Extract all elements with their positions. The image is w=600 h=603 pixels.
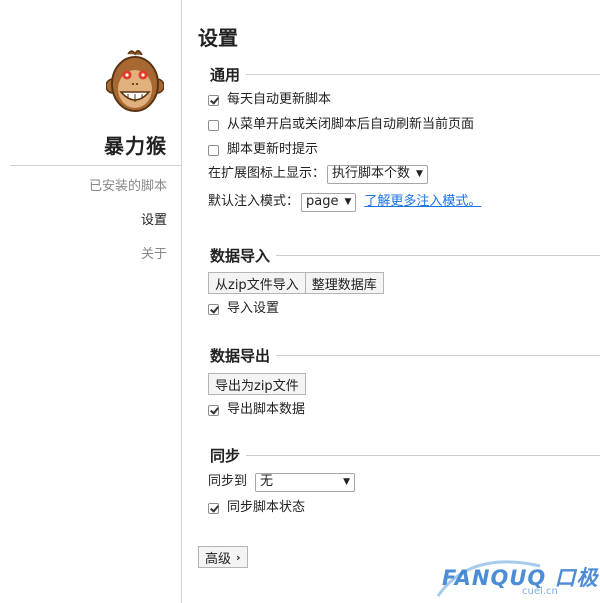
notify-update-checkbox[interactable] [208, 144, 219, 156]
export-zip-button[interactable]: 导出为zip文件 [208, 373, 306, 395]
sidebar-item-installed-scripts[interactable]: 已安装的脚本 [89, 175, 167, 194]
import-settings-option[interactable]: 导入设置 [208, 300, 279, 318]
auto-reload-option[interactable]: 从菜单开启或关闭脚本后自动刷新当前页面 [208, 116, 474, 134]
sync-to-select-value: 无 [260, 474, 274, 489]
advanced-label: 高级 [205, 551, 232, 567]
badge-select[interactable]: 执行脚本个数 ▼ [327, 164, 428, 184]
vacuum-database-button[interactable]: 整理数据库 [305, 272, 384, 294]
section-export: 数据导出 [198, 345, 600, 365]
sync-state-option[interactable]: 同步脚本状态 [208, 499, 305, 517]
inject-mode-option: 默认注入模式： page ▼ 了解更多注入模式。 [208, 192, 481, 212]
auto-update-label: 每天自动更新脚本 [227, 92, 332, 107]
section-export-heading: 数据导出 [198, 347, 277, 365]
watermark-domain: cuel.cn [522, 586, 558, 597]
app-name: 暴力猴 [104, 134, 167, 158]
inject-mode-learn-more-link[interactable]: 了解更多注入模式。 [364, 193, 481, 211]
export-data-checkbox[interactable] [208, 404, 219, 416]
advanced-button[interactable]: 高级 › [198, 546, 248, 568]
section-import: 数据导入 [198, 245, 600, 265]
page-title: 设置 [198, 26, 238, 50]
sync-to-option: 同步到 无 ▼ [208, 472, 356, 492]
export-button-group: 导出为zip文件 [208, 373, 306, 395]
section-general-heading: 通用 [198, 66, 247, 84]
sidebar: 暴力猴 已安装的脚本 设置 关于 [0, 0, 182, 603]
chevron-right-icon: › [236, 550, 241, 564]
sync-state-checkbox[interactable] [208, 502, 219, 514]
badge-label: 在扩展图标上显示： [208, 166, 326, 181]
inject-mode-select[interactable]: page ▼ [301, 192, 357, 212]
section-import-heading: 数据导入 [198, 247, 277, 265]
sidebar-item-settings[interactable]: 设置 [141, 209, 167, 228]
export-data-label: 导出脚本数据 [227, 402, 306, 417]
watermark: FANQUQ 口极 cuel.cn [430, 556, 600, 603]
settings-panel: 设置 通用 每天自动更新脚本 从菜单开启或关闭脚本后自动刷新当前页面 脚本更新时… [182, 0, 600, 603]
sidebar-divider [10, 165, 182, 166]
notify-update-label: 脚本更新时提示 [227, 142, 319, 157]
chevron-down-icon: ▼ [344, 197, 352, 207]
export-data-option[interactable]: 导出脚本数据 [208, 401, 305, 419]
notify-update-option[interactable]: 脚本更新时提示 [208, 141, 318, 159]
import-settings-label: 导入设置 [227, 301, 280, 316]
sync-state-label: 同步脚本状态 [227, 500, 306, 515]
auto-update-option[interactable]: 每天自动更新脚本 [208, 91, 331, 109]
import-button-group: 从zip文件导入 整理数据库 [208, 272, 384, 294]
section-general: 通用 [198, 64, 600, 84]
sidebar-item-about[interactable]: 关于 [141, 243, 167, 262]
import-zip-button[interactable]: 从zip文件导入 [208, 272, 306, 294]
watermark-brand: FANQUQ 口极 [442, 566, 599, 590]
sync-to-label: 同步到 [208, 474, 248, 489]
section-sync: 同步 [198, 445, 600, 465]
auto-reload-checkbox[interactable] [208, 119, 219, 131]
section-sync-heading: 同步 [198, 447, 247, 465]
inject-mode-select-value: page [306, 194, 339, 209]
badge-select-value: 执行脚本个数 [332, 166, 411, 181]
chevron-down-icon: ▼ [416, 169, 423, 179]
violentmonkey-logo [105, 48, 165, 114]
auto-reload-label: 从菜单开启或关闭脚本后自动刷新当前页面 [227, 117, 475, 132]
sync-to-select[interactable]: 无 ▼ [255, 472, 356, 492]
chevron-down-icon: ▼ [343, 477, 351, 487]
inject-mode-label: 默认注入模式： [208, 194, 300, 209]
import-settings-checkbox[interactable] [208, 303, 219, 315]
badge-option: 在扩展图标上显示： 执行脚本个数 ▼ [208, 164, 428, 184]
auto-update-checkbox[interactable] [208, 94, 219, 106]
